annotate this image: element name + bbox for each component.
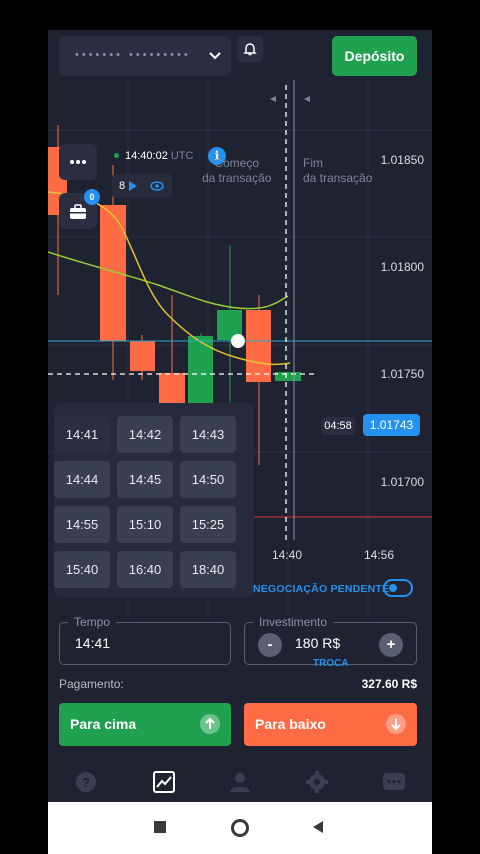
notifications-button[interactable] — [237, 36, 263, 62]
time-remaining-badge: 04:58 — [321, 417, 355, 435]
settings-icon[interactable] — [305, 770, 329, 794]
clock-zone: UTC — [170, 150, 194, 162]
start-label-line2: da transação — [202, 171, 272, 185]
live-dot — [114, 153, 119, 158]
indicators-chip[interactable]: 8 — [112, 174, 172, 198]
up-button-label: Para cima — [70, 716, 137, 732]
end-arrow-icon — [304, 96, 310, 102]
time-tick: 14:56 — [364, 548, 395, 562]
chat-icon[interactable] — [382, 770, 406, 794]
briefcase-icon — [70, 204, 86, 219]
time-option[interactable]: 16:40 — [117, 551, 173, 588]
trading-screen: ••••••• ••••••••• Depósito 14:40:02 UTC … — [48, 30, 432, 854]
candle — [100, 205, 126, 341]
time-option[interactable]: 14:42 — [117, 416, 173, 453]
chart-icon[interactable] — [152, 770, 176, 794]
buy-up-button[interactable]: Para cima — [59, 703, 231, 746]
system-navigation-bar — [48, 802, 432, 854]
price-tick: 1.01750 — [380, 367, 424, 381]
transaction-end-label: Fim da transação — [303, 156, 372, 186]
time-option[interactable]: 15:10 — [117, 506, 173, 543]
time-option[interactable]: 14:55 — [54, 506, 110, 543]
deposit-button[interactable]: Depósito — [332, 36, 417, 76]
decrease-investment-button[interactable]: - — [258, 633, 282, 657]
price-tick: 1.01700 — [380, 475, 424, 489]
candle — [275, 372, 301, 381]
account-masked: ••••••• ••••••••• — [75, 49, 191, 61]
chevron-down-icon — [209, 52, 221, 60]
sell-down-button[interactable]: Para baixo — [244, 703, 417, 746]
arrow-up-icon — [200, 714, 220, 734]
candle — [159, 373, 185, 403]
current-price-badge: 1.01743 — [363, 414, 420, 436]
eye-icon — [150, 181, 164, 191]
bell-icon — [243, 43, 257, 56]
candle — [130, 341, 155, 371]
swap-currency-link[interactable]: TROCA — [313, 658, 349, 669]
server-clock: 14:40:02 UTC — [114, 150, 193, 162]
play-icon — [129, 181, 137, 191]
transaction-start-label: Começo da transação — [202, 156, 271, 186]
price-point-marker — [231, 334, 245, 348]
time-option[interactable]: 14:44 — [54, 461, 110, 498]
svg-text:?: ? — [82, 775, 90, 790]
time-option[interactable]: 18:40 — [180, 551, 236, 588]
toggle-knob — [389, 584, 397, 592]
dot-icon — [82, 160, 86, 164]
time-field-value: 14:41 — [75, 635, 111, 651]
help-icon[interactable]: ? — [74, 770, 98, 794]
expiry-time-picker: 14:41 14:42 14:43 14:44 14:45 14:50 14:5… — [54, 403, 254, 597]
time-option[interactable]: 14:43 — [180, 416, 236, 453]
pending-trade-label: NEGOCIAÇÃO PENDENTE — [253, 583, 390, 595]
home-icon[interactable] — [230, 818, 250, 838]
pending-trade-toggle[interactable] — [383, 579, 413, 597]
price-tick: 1.01850 — [380, 153, 424, 167]
payout-value: 327.60 R$ — [361, 677, 417, 691]
time-field-legend: Tempo — [68, 615, 117, 629]
user-icon[interactable] — [228, 770, 252, 794]
time-field[interactable]: Tempo 14:41 — [59, 615, 231, 665]
moving-average-slow — [48, 251, 289, 310]
investment-value: 180 R$ — [295, 635, 341, 651]
time-option[interactable]: 15:25 — [180, 506, 236, 543]
more-menu-button[interactable] — [59, 144, 97, 180]
account-selector[interactable]: ••••••• ••••••••• — [59, 36, 231, 76]
time-option[interactable]: 14:45 — [117, 461, 173, 498]
time-tick: 14:40 — [272, 548, 303, 562]
portfolio-count-badge: 0 — [84, 189, 100, 205]
payout-label: Pagamento: — [59, 677, 124, 691]
start-arrow-icon — [270, 96, 276, 102]
time-option[interactable]: 15:40 — [54, 551, 110, 588]
clock-time: 14:40:02 — [125, 150, 168, 162]
start-label-line1: Começo — [214, 156, 260, 170]
end-label-line1: Fim — [303, 156, 323, 170]
time-option[interactable]: 14:41 — [54, 416, 110, 453]
indicator-count: 8 — [119, 180, 126, 192]
dot-icon — [76, 160, 80, 164]
price-tick: 1.01800 — [380, 260, 424, 274]
investment-field-legend: Investimento — [253, 615, 334, 629]
recent-apps-icon[interactable] — [153, 820, 167, 834]
arrow-down-icon — [386, 714, 406, 734]
end-label-line2: da transação — [303, 171, 373, 185]
bottom-navigation: ? — [48, 758, 432, 806]
back-icon[interactable] — [311, 820, 325, 834]
down-button-label: Para baixo — [255, 716, 326, 732]
time-option[interactable]: 14:50 — [180, 461, 236, 498]
candle — [246, 310, 271, 382]
increase-investment-button[interactable]: + — [379, 633, 403, 657]
dot-icon — [70, 160, 74, 164]
